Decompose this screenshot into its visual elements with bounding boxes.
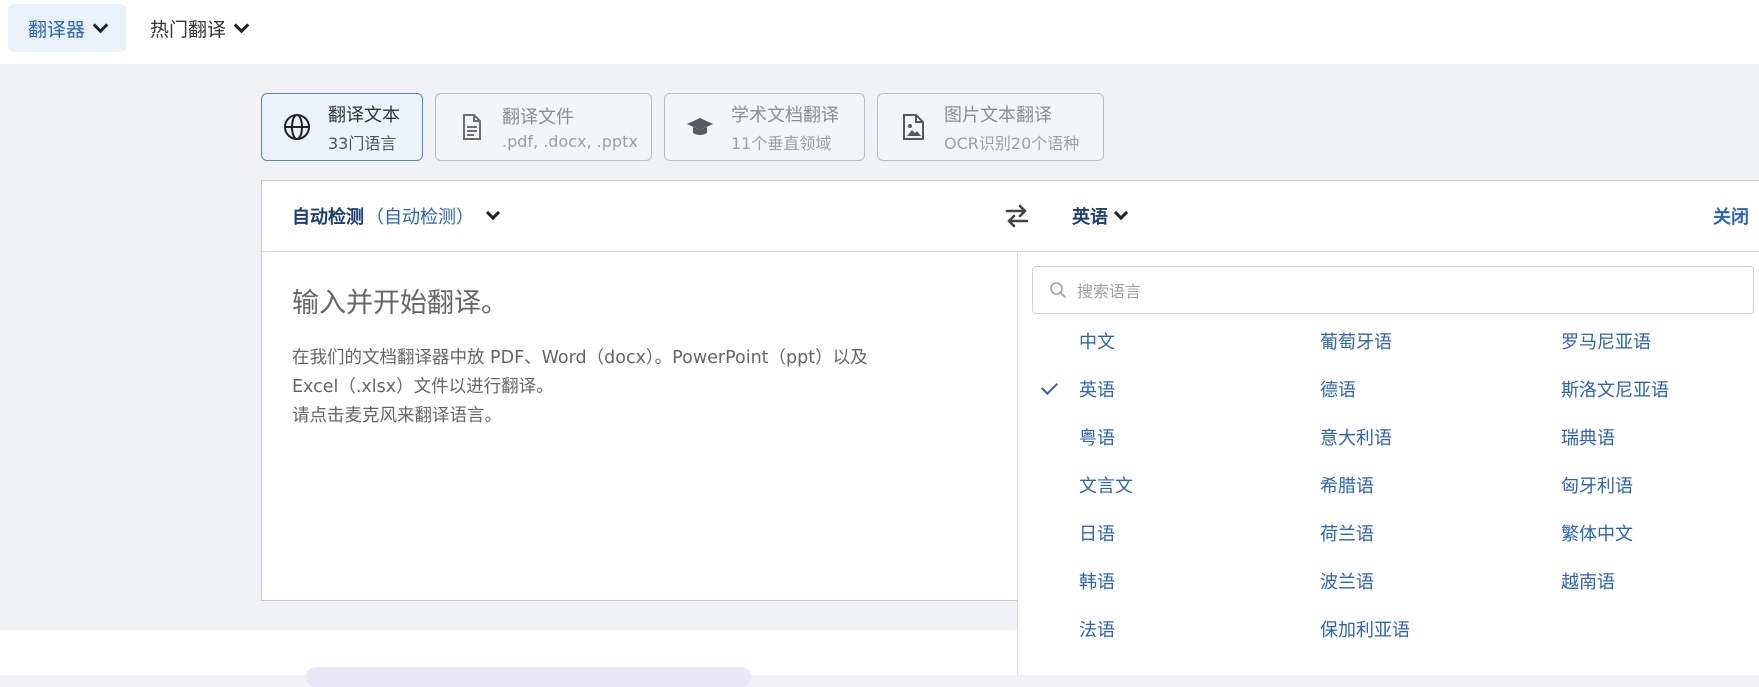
mode-card-file[interactable]: 翻译文件 .pdf, .docx, .pptx — [435, 93, 652, 161]
top-navigation: 翻译器 热门翻译 — [0, 0, 1759, 64]
mode-title: 图片文本翻译 — [944, 104, 1052, 126]
language-column: 中文 英语 粤语 文言文 日语 韩语 法语 — [1041, 317, 1299, 653]
source-hint-line: 请点击麦克风来翻译语言。 — [292, 406, 502, 426]
source-text-area[interactable]: 输入并开始翻译。 在我们的文档翻译器中放 PDF、Word（docx）。Powe… — [262, 253, 1018, 600]
chevron-down-icon — [485, 205, 501, 221]
mode-subtitle: 11个垂直领域 — [731, 133, 832, 153]
mode-card-image[interactable]: 图片文本翻译 OCR识别20个语种 — [877, 93, 1104, 161]
mode-title: 翻译文本 — [328, 104, 400, 126]
mode-title: 翻译文件 — [502, 107, 574, 128]
language-option[interactable]: 希腊语 — [1320, 461, 1540, 509]
language-option[interactable]: 意大利语 — [1320, 413, 1540, 461]
source-hint: 在我们的文档翻译器中放 PDF、Word（docx）。PowerPoint（pp… — [292, 344, 952, 431]
swap-languages-icon[interactable] — [1002, 201, 1032, 231]
mode-card-text[interactable]: 翻译文本 33门语言 — [261, 93, 423, 161]
mode-title: 学术文档翻译 — [731, 104, 839, 126]
language-option[interactable]: 法语 — [1079, 605, 1299, 653]
language-option[interactable]: 文言文 — [1079, 461, 1299, 509]
chevron-down-icon — [233, 17, 250, 33]
language-option[interactable]: 德语 — [1320, 365, 1540, 413]
language-search-input[interactable]: 搜索语言 — [1032, 266, 1754, 314]
mode-subtitle: OCR识别20个语种 — [944, 133, 1080, 153]
language-option-selected[interactable]: 英语 — [1041, 365, 1299, 413]
language-option[interactable]: 罗马尼亚语 — [1561, 317, 1759, 365]
source-language: 自动检测 — [292, 207, 364, 228]
chevron-down-icon — [92, 17, 109, 33]
translator-menu[interactable]: 翻译器 — [8, 4, 127, 52]
mode-subtitle: 33门语言 — [328, 133, 397, 153]
checkmark-icon — [1041, 378, 1058, 395]
mode-card-academic[interactable]: 学术文档翻译 11个垂直领域 — [664, 93, 865, 161]
language-option[interactable]: 荷兰语 — [1320, 509, 1540, 557]
language-option-label: 英语 — [1079, 380, 1115, 401]
language-option[interactable]: 中文 — [1079, 317, 1299, 365]
language-option[interactable]: 瑞典语 — [1561, 413, 1759, 461]
mode-subtitle: .pdf, .docx, .pptx — [502, 132, 638, 151]
source-language-selector[interactable]: 自动检测 （自动检测） — [292, 203, 501, 229]
target-language: 英语 — [1072, 207, 1108, 228]
language-option[interactable]: 保加利亚语 — [1320, 605, 1540, 653]
search-placeholder: 搜索语言 — [1077, 282, 1142, 301]
source-hint-line: 在我们的文档翻译器中放 PDF、Word（docx）。PowerPoint（pp… — [292, 348, 868, 368]
hot-translations-label: 热门翻译 — [150, 18, 227, 41]
source-language-detail: （自动检测） — [366, 207, 474, 228]
language-dropdown: 搜索语言 中文 英语 粤语 文言文 日语 韩语 法语 葡萄牙语 德语 意大利语 … — [1017, 252, 1759, 675]
target-language-selector[interactable]: 英语 — [1072, 203, 1129, 229]
chevron-down-icon — [1113, 205, 1129, 221]
document-icon — [463, 114, 481, 140]
search-icon — [1050, 282, 1066, 298]
close-button[interactable]: 关闭 — [1713, 203, 1749, 229]
lower-banner — [306, 667, 751, 687]
language-option[interactable]: 繁体中文 — [1561, 509, 1759, 557]
language-option[interactable]: 韩语 — [1079, 557, 1299, 605]
language-option[interactable]: 粤语 — [1079, 413, 1299, 461]
source-placeholder-heading: 输入并开始翻译。 — [292, 288, 508, 319]
language-option[interactable]: 葡萄牙语 — [1320, 317, 1540, 365]
language-option[interactable]: 斯洛文尼亚语 — [1561, 365, 1759, 413]
language-option[interactable]: 波兰语 — [1320, 557, 1540, 605]
hot-translations-menu[interactable]: 热门翻译 — [130, 4, 267, 52]
language-option[interactable]: 日语 — [1079, 509, 1299, 557]
language-bar: 自动检测 （自动检测） 英语 关闭 — [262, 181, 1759, 252]
globe-icon — [284, 114, 310, 140]
language-column: 罗马尼亚语 斯洛文尼亚语 瑞典语 匈牙利语 繁体中文 越南语 — [1561, 317, 1759, 605]
source-hint-line: Excel（.xlsx）文件以进行翻译。 — [292, 377, 554, 397]
language-option[interactable]: 匈牙利语 — [1561, 461, 1759, 509]
language-column: 葡萄牙语 德语 意大利语 希腊语 荷兰语 波兰语 保加利亚语 — [1320, 317, 1540, 653]
translator-menu-label: 翻译器 — [28, 18, 86, 41]
image-file-icon — [903, 114, 924, 140]
graduation-cap-icon — [687, 118, 713, 135]
language-option[interactable]: 越南语 — [1561, 557, 1759, 605]
